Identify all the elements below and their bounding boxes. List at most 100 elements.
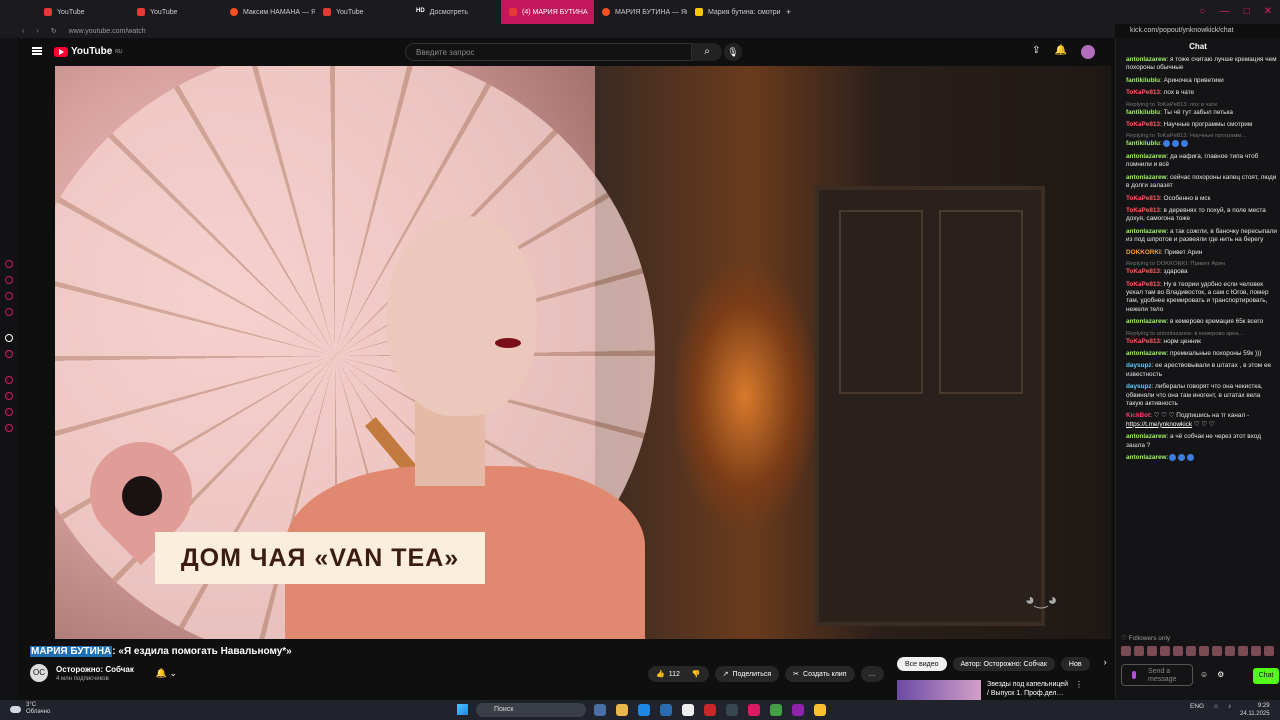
browser-tab[interactable]: (4) МАРИЯ БУТИНА — [501, 0, 594, 24]
windows-start-icon[interactable] — [457, 704, 468, 715]
chat-message[interactable]: antonlazarew: я тоже считаю лучше кремац… — [1126, 56, 1278, 73]
chat-username[interactable]: ToKaPe813 — [1126, 121, 1160, 128]
chat-username[interactable]: daysupz — [1126, 383, 1152, 390]
reload-icon[interactable]: ↻ — [51, 27, 57, 35]
sidebar-messenger-icon[interactable] — [5, 392, 13, 400]
search-button[interactable]: ⌕ — [692, 43, 722, 61]
clock[interactable]: 9:29 24.11.2025 — [1240, 702, 1270, 718]
youtube-logo[interactable]: YouTube RU — [54, 46, 123, 57]
like-button[interactable]: 👍 112 👎 — [648, 666, 709, 682]
thumbs-down-icon[interactable]: 👎 — [692, 670, 701, 678]
search-tabs-icon[interactable]: ○ — [1200, 6, 1206, 17]
chat-username[interactable]: ToKaPe813 — [1126, 268, 1160, 275]
chip-new[interactable]: Нов — [1060, 657, 1090, 671]
chat-message[interactable]: Replying to ToKaPe813: лох в чате fantiki… — [1126, 102, 1278, 117]
chat-username[interactable]: fantikilublu — [1126, 141, 1160, 148]
yandex-icon[interactable] — [682, 704, 694, 716]
app-icon[interactable] — [814, 704, 826, 716]
minimize-icon[interactable]: — — [1220, 6, 1230, 17]
subscribe-bell-icon[interactable]: 🔔 ⌄ — [156, 668, 177, 679]
chat-message[interactable]: ToKaPe813: в деревнях то похуй, в поле м… — [1126, 207, 1278, 224]
network-icon[interactable]: ⌂ — [1214, 703, 1218, 710]
emote-icon[interactable] — [1264, 646, 1274, 656]
settings-icon[interactable]: ⚙ — [1217, 670, 1224, 679]
chat-username[interactable]: KickBot — [1126, 412, 1150, 419]
chat-username[interactable]: ToKaPe813 — [1126, 281, 1160, 288]
emote-icon[interactable] — [1212, 646, 1222, 656]
emote-icon[interactable] — [1173, 646, 1183, 656]
menu-icon[interactable] — [32, 47, 42, 55]
channel-avatar[interactable]: ОС — [30, 664, 48, 682]
share-button[interactable]: ↗ Поделиться — [714, 666, 780, 682]
chrome-icon[interactable] — [770, 704, 782, 716]
chat-message[interactable]: antonlazarew: премиальные похороны 59к )… — [1126, 350, 1278, 358]
chat-username[interactable]: ToKaPe813 — [1126, 195, 1160, 202]
chip-author[interactable]: Автор: Осторожно: Собчак — [952, 657, 1055, 671]
new-tab-button[interactable]: + — [780, 7, 797, 17]
sidebar-ai-icon[interactable] — [5, 334, 13, 342]
video-player[interactable]: ДОМ ЧАЯ «VAN TEA» ◕‿◕ — [55, 66, 1111, 639]
chat-username[interactable]: antonlazarew — [1126, 174, 1167, 181]
edge-icon[interactable] — [638, 704, 650, 716]
weather-widget[interactable]: 3°C Облачно — [10, 702, 50, 716]
chat-message[interactable]: DOKKORKI: Привет Арин — [1126, 249, 1278, 257]
task-view-icon[interactable] — [594, 704, 606, 716]
emoji-picker-icon[interactable]: ☺ — [1200, 670, 1208, 679]
chat-message[interactable]: Replying to DOKKORKI: Привет Арин ToKaPe8… — [1126, 261, 1278, 276]
chat-username[interactable]: ToKaPe813 — [1126, 207, 1160, 214]
avatar[interactable] — [1081, 45, 1095, 59]
chat-username[interactable]: ToKaPe813 — [1126, 89, 1160, 96]
chat-message[interactable]: antonlazarew: да нафига, главное типа чт… — [1126, 153, 1278, 170]
emote-icon[interactable] — [1238, 646, 1248, 656]
chat-send-button[interactable]: Chat — [1253, 668, 1279, 684]
search-input[interactable]: Введите запрос — [405, 43, 692, 61]
browser-tab[interactable]: HD Досмотреть — [408, 0, 501, 24]
chat-username[interactable]: antonlazarew — [1126, 454, 1167, 461]
taskbar-search[interactable]: Поиск — [476, 703, 586, 717]
chat-message[interactable]: antonlazarew: в кемерово кремация 65к вс… — [1126, 318, 1278, 326]
chat-message[interactable]: antonlazarew: — [1126, 454, 1278, 463]
browser-tab[interactable]: YouTube — [129, 0, 222, 24]
chat-message[interactable]: daysupz: либералы говорят что она чекист… — [1126, 383, 1278, 408]
file-explorer-icon[interactable] — [616, 704, 628, 716]
forward-icon[interactable]: › — [36, 28, 38, 35]
chat-message[interactable]: antonlazarew: а так сожгли, в баночку пе… — [1126, 228, 1278, 245]
sidebar-music-icon[interactable] — [5, 376, 13, 384]
chat-message[interactable]: ToKaPe813: Научные программы смотрим — [1126, 121, 1278, 129]
back-icon[interactable]: ‹ — [22, 28, 24, 35]
recommended-title[interactable]: Звезды под капельницей / Выпуск 1. Проф.… — [987, 680, 1069, 700]
chat-message[interactable]: daysupz: ее арествовывали в штатах , в э… — [1126, 362, 1278, 379]
recommended-more-icon[interactable]: ⋮ — [1075, 680, 1083, 700]
sidebar-heart-icon[interactable] — [5, 424, 13, 432]
emote-icon[interactable] — [1147, 646, 1157, 656]
recommended-thumbnail[interactable] — [897, 680, 981, 700]
chat-username[interactable]: fantikilublu — [1126, 109, 1160, 116]
emote-icon[interactable] — [1251, 646, 1261, 656]
chat-message[interactable]: ToKaPe813: Ну в теории удобно если челов… — [1126, 281, 1278, 315]
chat-message[interactable]: ToKaPe813: Особенно в мск — [1126, 195, 1278, 203]
upload-icon[interactable]: ⇪ — [1032, 45, 1040, 59]
emote-icon[interactable] — [1160, 646, 1170, 656]
store-icon[interactable] — [660, 704, 672, 716]
browser-tab[interactable]: МАРИЯ БУТИНА — Янд… — [594, 0, 687, 24]
chat-username[interactable]: antonlazarew — [1126, 350, 1167, 357]
chat-input[interactable]: Send a message — [1121, 664, 1193, 686]
chat-messages[interactable]: antonlazarew: я тоже считаю лучше кремац… — [1126, 56, 1278, 622]
opera-gx-icon[interactable] — [748, 704, 760, 716]
url-field[interactable]: www.youtube.com/watch — [69, 28, 146, 35]
browser-tab[interactable]: YouTube — [315, 0, 408, 24]
chat-username[interactable]: antonlazarew — [1126, 433, 1167, 440]
recommended-video[interactable]: Звезды под капельницей / Выпуск 1. Проф.… — [897, 680, 1083, 700]
more-button[interactable]: … — [860, 666, 884, 682]
sidebar-tab-icon[interactable] — [5, 308, 13, 316]
emote-icon[interactable] — [1199, 646, 1209, 656]
chat-username[interactable]: antonlazarew — [1126, 153, 1167, 160]
volume-icon[interactable]: ♪ — [1228, 703, 1231, 710]
chip-all-videos[interactable]: Все видео — [897, 657, 947, 671]
chat-username[interactable]: ToKaPe813 — [1126, 338, 1160, 345]
close-icon[interactable]: ✕ — [1264, 6, 1272, 17]
language-indicator[interactable]: ENG — [1190, 703, 1204, 710]
chat-username[interactable]: antonlazarew — [1126, 228, 1167, 235]
chat-url-field[interactable]: kick.com/popout/ynknowkick/chat — [1130, 27, 1234, 34]
chips-next-icon[interactable]: › — [1104, 657, 1107, 671]
